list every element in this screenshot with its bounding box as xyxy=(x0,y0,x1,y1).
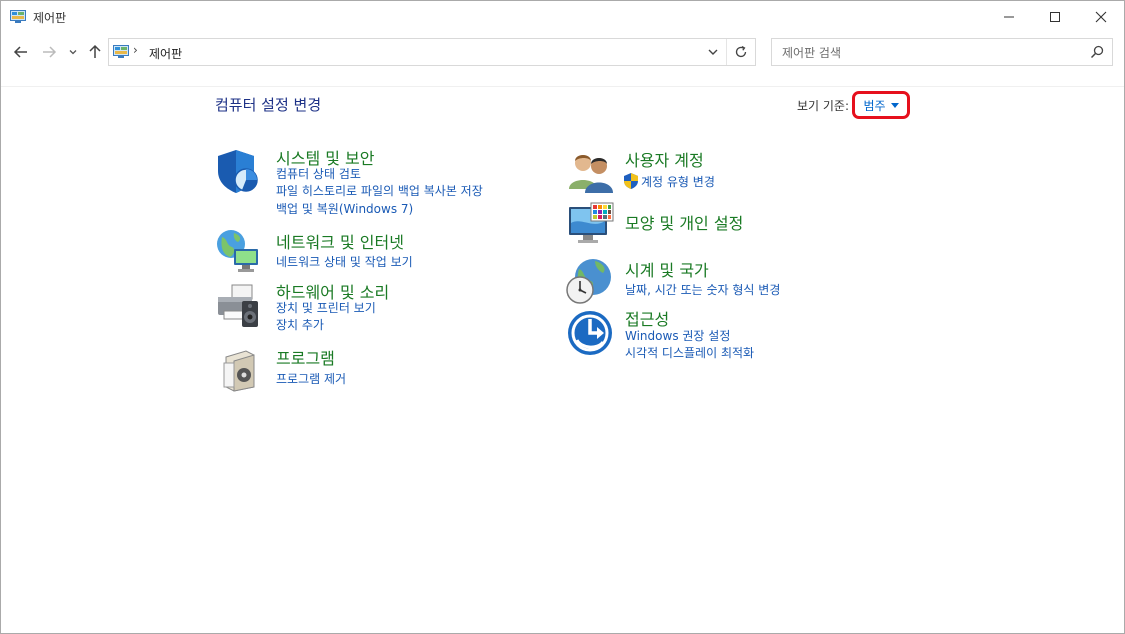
title-bar: 제어판 xyxy=(1,1,1124,33)
address-bar[interactable]: › 제어판 xyxy=(108,38,756,66)
back-button[interactable] xyxy=(10,41,32,63)
security-shield-icon[interactable] xyxy=(214,147,262,195)
network-globe-icon[interactable] xyxy=(214,227,262,275)
forward-button[interactable] xyxy=(38,41,60,63)
control-panel-icon xyxy=(113,45,129,58)
link-date-time-format[interactable]: 날짜, 시간 또는 숫자 형식 변경 xyxy=(625,281,780,298)
uac-shield-icon xyxy=(624,173,638,189)
chevron-down-icon[interactable] xyxy=(705,44,721,60)
window-title: 제어판 xyxy=(33,11,67,25)
minimize-icon xyxy=(1004,16,1014,17)
ease-of-access-icon[interactable] xyxy=(567,310,615,358)
refresh-icon[interactable] xyxy=(732,43,750,61)
link-backup-restore[interactable]: 백업 및 복원(Windows 7) xyxy=(276,200,413,217)
minimize-button[interactable] xyxy=(986,1,1032,32)
link-review-computer-status[interactable]: 컴퓨터 상태 검토 xyxy=(276,165,361,182)
printer-speaker-icon[interactable] xyxy=(214,281,262,329)
page-title: 컴퓨터 설정 변경 xyxy=(215,96,322,114)
close-icon xyxy=(1095,11,1107,22)
maximize-icon xyxy=(1050,11,1060,22)
search-input[interactable] xyxy=(780,43,1084,63)
address-divider xyxy=(726,39,727,65)
view-by-label: 보기 기준: xyxy=(797,99,850,113)
link-devices-printers[interactable]: 장치 및 프린터 보기 xyxy=(276,299,376,316)
link-add-device[interactable]: 장치 추가 xyxy=(276,316,324,333)
arrow-up-icon xyxy=(89,44,101,58)
arrow-left-icon xyxy=(13,46,27,58)
breadcrumb-control-panel[interactable]: 제어판 xyxy=(149,45,182,62)
category-programs[interactable]: 프로그램 xyxy=(276,345,335,369)
control-panel-icon xyxy=(10,10,26,23)
control-panel-window: 제어판 › 제어판 제어판 검색 컴퓨터 설정 변경 보기 기준: 범주 시스템… xyxy=(0,0,1125,634)
up-button[interactable] xyxy=(84,41,106,63)
close-button[interactable] xyxy=(1078,1,1124,32)
recent-locations-button[interactable] xyxy=(63,41,83,63)
users-icon[interactable] xyxy=(567,147,615,195)
header-divider xyxy=(1,86,1124,87)
search-box[interactable] xyxy=(771,38,1113,66)
category-user-accounts[interactable]: 사용자 계정 xyxy=(625,147,704,171)
maximize-button[interactable] xyxy=(1032,1,1078,32)
view-by-dropdown[interactable]: 범주 xyxy=(852,91,910,119)
link-uninstall-program[interactable]: 프로그램 제거 xyxy=(276,370,346,387)
category-appearance-personalization[interactable]: 모양 및 개인 설정 xyxy=(625,210,743,234)
search-icon[interactable] xyxy=(1090,45,1104,59)
dropdown-caret-icon xyxy=(890,102,899,108)
link-file-history-backup[interactable]: 파일 히스토리로 파일의 백업 복사본 저장 xyxy=(276,182,483,199)
monitor-colors-icon[interactable] xyxy=(567,201,615,249)
chevron-down-icon xyxy=(69,50,77,55)
breadcrumb-separator[interactable]: › xyxy=(133,43,138,57)
category-network-internet[interactable]: 네트워크 및 인터넷 xyxy=(276,229,404,253)
programs-box-icon[interactable] xyxy=(216,345,264,393)
link-change-account-type[interactable]: 계정 유형 변경 xyxy=(641,173,715,190)
view-by-selected[interactable]: 범주 xyxy=(863,97,885,114)
link-recommended-settings[interactable]: Windows 권장 설정 xyxy=(625,327,730,344)
category-clock-region[interactable]: 시계 및 국가 xyxy=(625,257,709,281)
link-optimize-visual-display[interactable]: 시각적 디스플레이 최적화 xyxy=(625,344,754,361)
link-network-status[interactable]: 네트워크 상태 및 작업 보기 xyxy=(276,253,413,270)
clock-globe-icon[interactable] xyxy=(565,257,613,305)
arrow-right-icon xyxy=(43,46,57,58)
